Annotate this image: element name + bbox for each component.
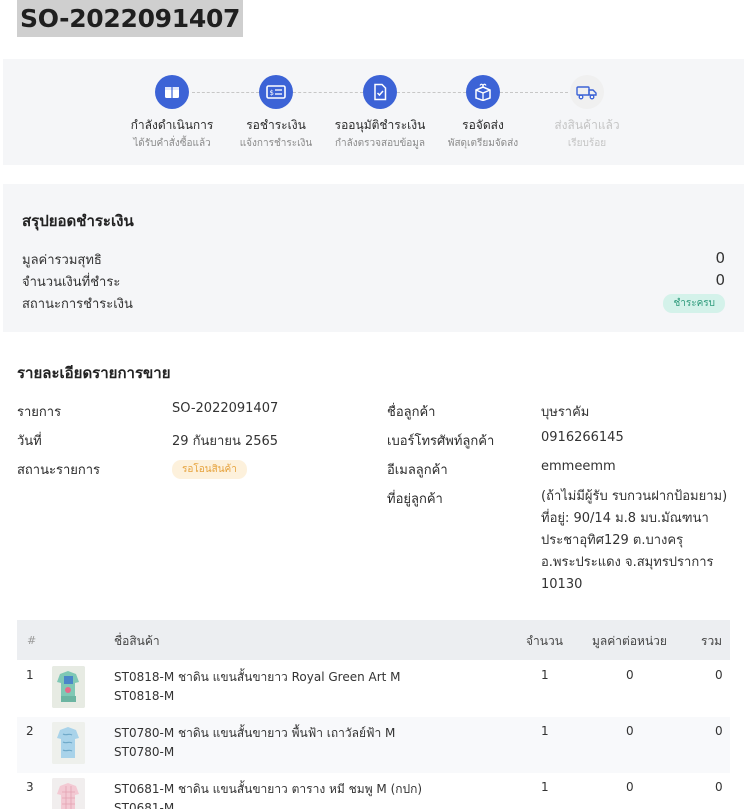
product-name: ST0818-M ชาดิน แขนสั้นขายาว Royal Green … [114,668,401,706]
row-total: 0 [715,780,723,794]
product-title: ST0818-M ชาดิน แขนสั้นขายาว Royal Green … [114,670,401,684]
order-title: SO-2022091407 [20,4,241,33]
net-total-value: 0 [715,249,725,267]
row-quantity: 1 [541,724,549,738]
item-value: SO-2022091407 [172,401,279,416]
payment-summary-card: สรุปยอดชำระเงิน มูลค่ารวมสุทธิ 0 จำนวนเง… [3,184,744,332]
product-name: ST0681-M ชาดิน แขนสั้นขายาว ตาราง หมี ชม… [114,780,422,809]
customer-name-value: บุษราคัม [541,405,590,420]
order-progress-stepper: กำลังดำเนินการ ได้รับคำสั่งซื้อแล้ว $ รอ… [3,59,744,165]
paid-amount-value: 0 [715,271,725,289]
payment-status-badge: ชำระครบ [663,294,725,313]
step-awaiting-approval: รออนุมัติชำระเงิน กำลังตรวจสอบข้อมูล [320,75,440,151]
address-line: ที่อยู่: 90/14 ม.8 มบ.มัณฑนา [541,511,709,526]
customer-phone-value: 0916266145 [541,430,624,445]
table-row[interactable]: 2 ST0780-M ชาดิน แขนสั้นขายาว พื้นฟ้า เถ… [17,717,730,773]
row-index: 3 [26,780,34,794]
product-title: ST0681-M ชาดิน แขนสั้นขายาว ตาราง หมี ชม… [114,782,423,796]
step-subtitle: แจ้งการชำระเงิน [239,138,313,149]
address-line: (ถ้าไม่มีผู้รับ รบกวนฝากป้อมยาม) [541,489,728,504]
date-value: 29 กันยายน 2565 [172,434,279,449]
column-quantity: จำนวน [526,634,563,648]
customer-phone-label: เบอร์โทรศัพท์ลูกค้า [387,434,495,449]
payment-card-icon: $ [259,75,293,109]
row-unit-price: 0 [626,780,634,794]
step-title: รออนุมัติชำระเงิน [334,118,426,132]
product-sku: ST0681-M [114,801,175,809]
row-index: 2 [26,724,34,738]
svg-text:$: $ [270,89,274,97]
table-row[interactable]: 3 ST0681-M ชาดิน แขนสั้นขายาว ตาราง หมี … [17,773,730,809]
table-row[interactable]: 1 ST0818-M ชาดิน แขนสั้นขายาว Royal Gree… [17,661,730,717]
customer-name-label: ชื่อลูกค้า [387,405,436,420]
step-shipped: ส่งสินค้าแล้ว เรียบร้อย [527,75,647,151]
product-title: ST0780-M ชาดิน แขนสั้นขายาว พื้นฟ้า เถาว… [114,726,396,740]
step-title: ส่งสินค้าแล้ว [554,118,620,132]
step-title: กำลังดำเนินการ [130,118,214,132]
product-thumbnail [52,778,85,809]
document-check-icon [363,75,397,109]
customer-address-label: ที่อยู่ลูกค้า [387,492,443,507]
product-thumbnail [52,722,85,764]
customer-email-value: emmeemm [541,459,616,474]
step-subtitle: กำลังตรวจสอบข้อมูล [334,138,426,149]
sale-status-badge: รอโอนสินค้า [172,460,247,479]
step-processing: กำลังดำเนินการ ได้รับคำสั่งซื้อแล้ว [112,75,232,151]
product-sku: ST0818-M [114,689,175,703]
step-awaiting-payment: $ รอชำระเงิน แจ้งการชำระเงิน [216,75,336,151]
column-index: # [27,634,37,647]
product-thumbnail [52,666,85,708]
date-label: วันที่ [17,434,42,449]
delivery-truck-icon [570,75,604,109]
row-total: 0 [715,724,723,738]
package-open-icon [466,75,500,109]
paid-amount-label: จำนวนเงินที่ชำระ [22,275,121,290]
order-title-highlight: SO-2022091407 [17,0,244,37]
address-line: ประชาอุทิศ129 ต.บางครุ [541,533,684,548]
net-total-row: มูลค่ารวมสุทธิ 0 [22,249,725,269]
paid-amount-row: จำนวนเงินที่ชำระ 0 [22,271,725,291]
items-table-header: # ชื่อสินค้า จำนวน มูลค่าต่อหน่วย รวม [17,620,730,660]
row-unit-price: 0 [626,724,634,738]
sale-details-title: รายละเอียดรายการขาย [17,364,171,382]
product-sku: ST0780-M [114,745,175,759]
row-quantity: 1 [541,668,549,682]
payment-status-label: สถานะการชำระเงิน [22,297,133,312]
row-unit-price: 0 [626,668,634,682]
step-title: รอชำระเงิน [246,118,306,132]
payment-status-row: สถานะการชำระเงิน ชำระครบ [22,293,725,313]
row-quantity: 1 [541,780,549,794]
step-subtitle: เรียบร้อย [567,138,607,149]
column-unit-price: มูลค่าต่อหน่วย [592,634,667,648]
column-total: รวม [701,634,723,648]
net-total-label: มูลค่ารวมสุทธิ [22,253,102,268]
column-product-name: ชื่อสินค้า [114,634,160,648]
customer-email-label: อีเมลลูกค้า [387,463,448,478]
row-index: 1 [26,668,34,682]
step-subtitle: พัสดุเตรียมจัดส่ง [447,138,519,149]
product-name: ST0780-M ชาดิน แขนสั้นขายาว พื้นฟ้า เถาว… [114,724,395,762]
row-total: 0 [715,668,723,682]
box-icon [155,75,189,109]
sale-status-label: สถานะรายการ [17,463,101,478]
step-title: รอจัดส่ง [462,118,504,132]
customer-address: (ถ้าไม่มีผู้รับ รบกวนฝากป้อมยาม) ที่อยู่… [541,486,737,596]
address-line: อ.พระประแดง จ.สมุทรปราการ [541,555,714,570]
item-label: รายการ [17,405,62,420]
payment-summary-title: สรุปยอดชำระเงิน [22,212,134,230]
step-subtitle: ได้รับคำสั่งซื้อแล้ว [133,138,211,149]
step-awaiting-shipment: รอจัดส่ง พัสดุเตรียมจัดส่ง [423,75,543,151]
address-line: 10130 [541,577,583,592]
